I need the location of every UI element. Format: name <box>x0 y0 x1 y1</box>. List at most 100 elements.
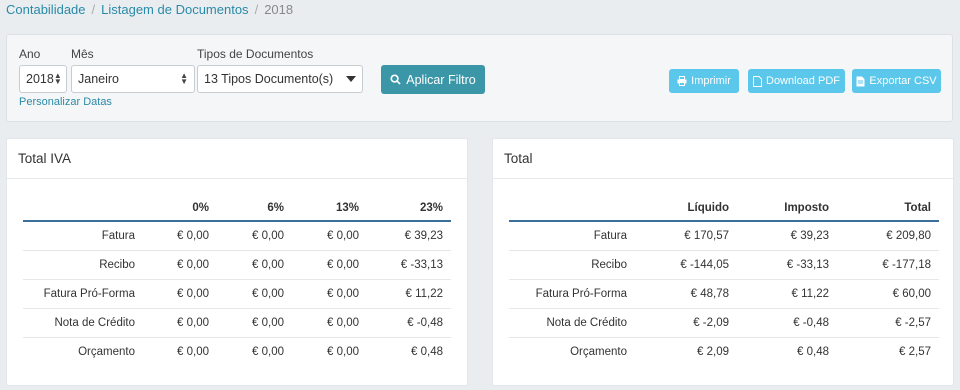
column-header <box>509 195 635 222</box>
table-cell: € 11,22 <box>737 279 837 309</box>
table-cell: € 0,00 <box>143 308 217 338</box>
table-cell: € 0,00 <box>143 221 217 251</box>
table-row: Nota de Crédito € -2,09 € -0,48 € -2,57 <box>509 308 939 338</box>
table-cell: € 0,00 <box>143 279 217 309</box>
updown-arrows-icon: ▲ ▼ <box>53 71 62 86</box>
table-cell: € 60,00 <box>837 279 939 309</box>
breadcrumb-separator: / <box>254 2 259 17</box>
row-label: Fatura <box>509 221 635 251</box>
table-cell: € 11,22 <box>367 279 451 309</box>
column-header: Total <box>837 195 939 222</box>
tipos-label: Tipos de Documentos <box>197 47 314 61</box>
breadcrumb-current: 2018 <box>264 2 294 17</box>
breadcrumb-contabilidade[interactable]: Contabilidade <box>6 2 86 17</box>
ano-select[interactable]: 2018 ▲ ▼ <box>19 65 67 93</box>
row-label: Orçamento <box>78 345 135 358</box>
ano-label: Ano <box>19 47 41 61</box>
table-cell: € -177,18 <box>837 250 939 280</box>
mes-label: Mês <box>71 47 94 61</box>
table-cell: € 0,00 <box>177 345 209 358</box>
updown-arrows-icon: ▲ ▼ <box>180 71 188 86</box>
table-row: Fatura € 170,57 € 39,23 € 209,80 <box>509 221 939 251</box>
column-header: 6% <box>217 195 292 222</box>
row-label: Fatura Pró-Forma <box>23 279 143 309</box>
table-cell: € 0,00 <box>292 279 367 309</box>
table-cell: € -2,57 <box>837 308 939 338</box>
table-cell: € -0,48 <box>367 308 451 338</box>
table-cell: € 209,80 <box>837 221 939 251</box>
column-header: 23% <box>367 195 451 222</box>
table-cell: € 0,00 <box>217 279 292 309</box>
table-cell: € -33,13 <box>367 250 451 280</box>
pdf-file-icon <box>753 75 762 87</box>
row-label: Orçamento <box>570 345 627 358</box>
table-header-row: Líquido Imposto Total <box>509 195 939 222</box>
table-cell: € 0,00 <box>252 345 284 358</box>
column-header: 13% <box>292 195 367 222</box>
table-cell: € 0,00 <box>143 250 217 280</box>
table-cell: € 39,23 <box>737 221 837 251</box>
download-pdf-label: Download PDF <box>766 75 840 87</box>
table-cell: € -33,13 <box>737 250 837 280</box>
ano-value: 2018 <box>26 72 54 86</box>
print-button[interactable]: Imprimir <box>669 69 739 93</box>
total-title: Total <box>493 139 953 179</box>
apply-filter-button[interactable]: Aplicar Filtro <box>381 65 485 94</box>
total-iva-card: Total IVA 0% 6% 13% 23% Fatura € 0,00 € … <box>6 138 468 386</box>
row-label: Recibo <box>509 250 635 280</box>
table-cell: € -2,09 <box>635 308 737 338</box>
file-text-icon <box>856 76 865 86</box>
table-cell: € -144,05 <box>635 250 737 280</box>
export-csv-button[interactable]: Exportar CSV <box>852 69 941 93</box>
export-csv-label: Exportar CSV <box>869 75 937 87</box>
table-cell: € 0,00 <box>217 221 292 251</box>
search-icon <box>390 74 401 85</box>
print-label: Imprimir <box>691 75 731 87</box>
total-iva-table: 0% 6% 13% 23% Fatura € 0,00 € 0,00 € 0,0… <box>23 195 451 366</box>
table-row: Nota de Crédito € 0,00 € 0,00 € 0,00 € -… <box>23 308 451 338</box>
table-cell: € -0,48 <box>737 308 837 338</box>
table-cell: € 0,48 <box>411 345 443 358</box>
table-cell: € 0,00 <box>217 250 292 280</box>
column-header: Imposto <box>737 195 837 222</box>
filter-panel: Ano 2018 ▲ ▼ Mês Janeiro ▲ ▼ Tipos de Docu… <box>6 34 953 122</box>
column-header <box>23 195 143 222</box>
table-cell: € 2,57 <box>899 345 931 358</box>
row-label: Nota de Crédito <box>509 308 635 338</box>
table-cell: € 0,48 <box>797 345 829 358</box>
table-row: Recibo € 0,00 € 0,00 € 0,00 € -33,13 <box>23 250 451 280</box>
row-label: Recibo <box>23 250 143 280</box>
table-cell: € 0,00 <box>217 308 292 338</box>
column-header: Líquido <box>635 195 737 222</box>
table-row: Fatura Pró-Forma € 0,00 € 0,00 € 0,00 € … <box>23 279 451 309</box>
column-header: 0% <box>143 195 217 222</box>
row-label: Fatura <box>23 221 143 251</box>
mes-value: Janeiro <box>78 72 119 86</box>
table-header-row: 0% 6% 13% 23% <box>23 195 451 222</box>
tipos-value: 13 Tipos Documento(s) <box>204 72 334 86</box>
table-row: Recibo € -144,05 € -33,13 € -177,18 <box>509 250 939 280</box>
total-card: Total Líquido Imposto Total Fatura € 170… <box>492 138 954 386</box>
print-icon <box>677 76 687 86</box>
table-cell: € 0,00 <box>292 221 367 251</box>
mes-select[interactable]: Janeiro ▲ ▼ <box>71 65 195 93</box>
personalizar-datas-link[interactable]: Personalizar Datas <box>19 96 112 108</box>
breadcrumb-listagem[interactable]: Listagem de Documentos <box>101 2 248 17</box>
table-row: Fatura € 0,00 € 0,00 € 0,00 € 39,23 <box>23 221 451 251</box>
table-row: Fatura Pró-Forma € 48,78 € 11,22 € 60,00 <box>509 279 939 309</box>
download-pdf-button[interactable]: Download PDF <box>748 69 845 93</box>
table-row: Orçamento € 0,00 € 0,00 € 0,00 € 0,48 <box>23 337 451 366</box>
table-cell: € 39,23 <box>367 221 451 251</box>
table-cell: € 0,00 <box>292 308 367 338</box>
table-cell: € 0,00 <box>327 345 359 358</box>
row-label: Fatura Pró-Forma <box>509 279 635 309</box>
row-label: Nota de Crédito <box>23 308 143 338</box>
caret-down-icon <box>346 76 356 82</box>
table-cell: € 0,00 <box>292 250 367 280</box>
breadcrumb-separator: / <box>91 2 96 17</box>
tipos-select[interactable]: 13 Tipos Documento(s) <box>197 65 363 93</box>
table-row: Orçamento € 2,09 € 0,48 € 2,57 <box>509 337 939 366</box>
table-cell: € 48,78 <box>635 279 737 309</box>
table-cell: € 170,57 <box>635 221 737 251</box>
apply-filter-label: Aplicar Filtro <box>406 72 476 87</box>
